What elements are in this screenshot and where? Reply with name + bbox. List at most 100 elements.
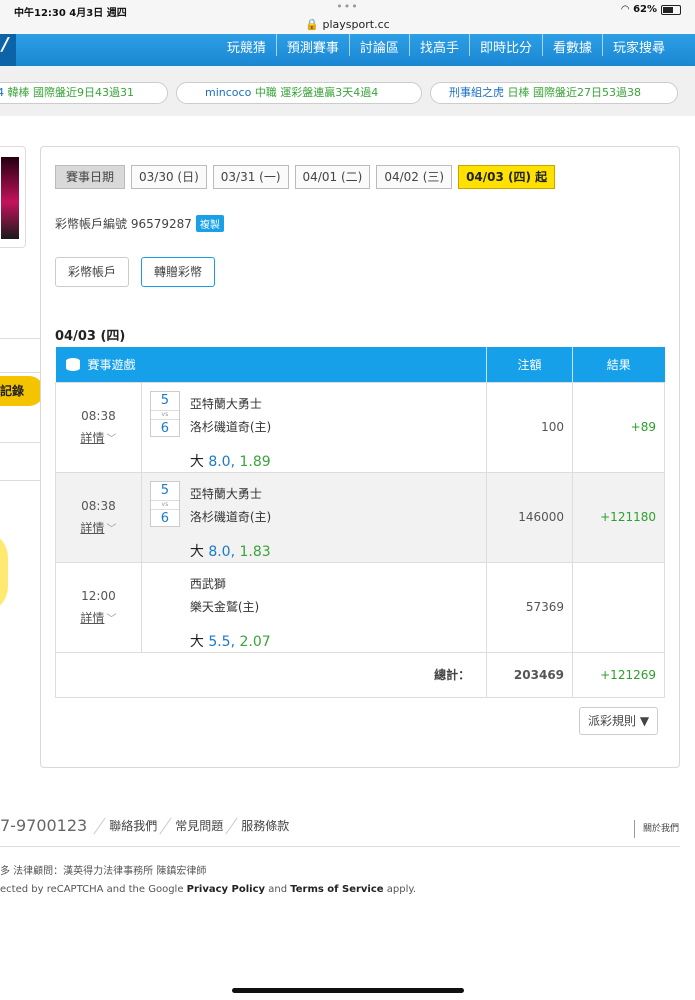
battery-icon bbox=[661, 4, 681, 15]
chevron-down-icon: ﹀ bbox=[106, 523, 117, 535]
sidebar-divider bbox=[0, 442, 40, 443]
address-bar[interactable]: 🔒 playsport.cc bbox=[0, 18, 695, 31]
tab-coin-account[interactable]: 彩幣帳戶 bbox=[55, 257, 130, 287]
sidebar-divider bbox=[0, 480, 40, 481]
game-cell: 西武獅 樂天金鷲(主) 大 5.5, 2.07 bbox=[140, 561, 488, 653]
vs-label: vs bbox=[150, 499, 179, 510]
day-title: 04/03 (四) bbox=[55, 329, 126, 344]
bet-amount: 146000 bbox=[486, 471, 574, 563]
bet-odds: 1.83 bbox=[239, 543, 271, 560]
bet-amount: 100 bbox=[486, 381, 574, 473]
nav-item-live-score[interactable]: 即時比分 bbox=[468, 34, 542, 56]
bet-line: 大 5.5, 2.07 bbox=[189, 633, 271, 650]
away-team: 西武獅 bbox=[189, 576, 226, 591]
payout-rules-button[interactable]: 派彩規則 ▼ bbox=[579, 707, 659, 735]
bet-line-value: 5.5 bbox=[208, 633, 231, 650]
time-cell: 08:38 詳情 ﹀ bbox=[55, 381, 142, 473]
home-score: 6 bbox=[160, 510, 170, 526]
chevron-down-icon: ﹀ bbox=[106, 613, 117, 625]
date-label: 賽事日期 bbox=[55, 165, 126, 189]
footer-phone: 7-9700123 bbox=[0, 816, 88, 835]
date-button[interactable]: 04/02 (三) bbox=[376, 165, 453, 189]
away-score: 5 bbox=[160, 482, 170, 498]
nav-item-player-search[interactable]: 玩家搜尋 bbox=[601, 34, 675, 56]
time-cell: 12:00 詳情 ﹀ bbox=[55, 561, 142, 653]
bet-type: 大 bbox=[189, 633, 204, 650]
total-row: 總計： 203469 +121269 bbox=[54, 651, 665, 698]
score-box: 5 vs 6 bbox=[149, 390, 180, 437]
home-indicator[interactable] bbox=[232, 988, 464, 993]
footer-link-about[interactable]: 關於我們 bbox=[634, 820, 679, 838]
coin-icon bbox=[0, 530, 8, 614]
footer-link-terms[interactable]: 服務條款 bbox=[241, 817, 289, 834]
detail-link[interactable]: 詳情 bbox=[80, 431, 104, 445]
nav-item-guess[interactable]: 玩競猜 bbox=[217, 34, 276, 56]
detail-link[interactable]: 詳情 bbox=[80, 611, 104, 625]
copy-button[interactable]: 複製 bbox=[195, 215, 224, 232]
bet-result: +121180 bbox=[572, 471, 665, 563]
game-time: 08:38 bbox=[81, 408, 116, 423]
account-number: 彩幣帳戶編號 96579287 bbox=[55, 217, 192, 231]
bet-line-value: 8.0 bbox=[208, 453, 231, 470]
nav-item-predict[interactable]: 預測賽事 bbox=[275, 34, 349, 56]
detail-link[interactable]: 詳情 bbox=[80, 521, 104, 535]
nav-item-forum[interactable]: 討論區 bbox=[348, 34, 409, 56]
bet-record-panel: 賽事日期 03/30 (日) 03/31 (一) 04/01 (二) 04/02… bbox=[40, 146, 680, 768]
total-amount: 203469 bbox=[486, 651, 574, 698]
separator bbox=[159, 817, 173, 835]
footer-links: 7-9700123 聯絡我們 常見問題 服務條款 bbox=[0, 816, 289, 835]
date-button[interactable]: 03/30 (日) bbox=[131, 165, 207, 189]
away-team: 亞特蘭大勇士 bbox=[189, 396, 262, 411]
terms-of-service-link[interactable]: Terms of Service bbox=[290, 884, 383, 895]
bet-result bbox=[572, 561, 665, 653]
away-team: 亞特蘭大勇士 bbox=[189, 486, 262, 501]
home-team: 洛杉磯道奇(主) bbox=[189, 419, 272, 434]
date-button[interactable]: 03/31 (一) bbox=[212, 165, 289, 189]
tab-overview-dots[interactable]: ••• bbox=[0, 0, 695, 13]
expert-ticker: 4 韓棒 國際盤近9日43過31 mincoco 中職 運彩盤連贏3天4過4 刑… bbox=[0, 66, 695, 116]
sidebar-divider bbox=[0, 338, 40, 339]
tab-gift-coins[interactable]: 轉贈彩幣 bbox=[141, 257, 216, 287]
table-row: 08:38 詳情 ﹀ 5 vs 6 亞特蘭大勇士 洛杉磯道奇(主) 大 8.0,… bbox=[55, 381, 665, 473]
ticker-item[interactable]: mincoco 中職 運彩盤連贏3天4過4 bbox=[176, 82, 422, 104]
teams: 亞特蘭大勇士 洛杉磯道奇(主) bbox=[190, 393, 271, 439]
bet-line: 大 8.0, 1.89 bbox=[189, 453, 271, 470]
database-icon bbox=[65, 357, 80, 371]
nav-menu: 玩競猜 預測賽事 討論區 找高手 即時比分 看數據 玩家搜尋 bbox=[217, 34, 675, 56]
home-score: 6 bbox=[160, 420, 170, 436]
ticker-item[interactable]: 刑事組之虎 日棒 國際盤近27日53過38 bbox=[430, 82, 678, 104]
nav-item-stats[interactable]: 看數據 bbox=[541, 34, 602, 56]
wifi-icon: ◠ bbox=[621, 4, 630, 15]
sidebar-image bbox=[1, 157, 19, 239]
sidebar-item-records[interactable]: 記錄 bbox=[0, 376, 44, 406]
footer-legal: 多 法律顧問：漢英得力法律事務所 陳鎮宏律師 bbox=[0, 866, 207, 877]
bet-table: 賽事遊戲 注額 結果 08:38 詳情 ﹀ 5 vs 6 亞特蘭大勇士 洛杉磯道… bbox=[54, 347, 665, 698]
bet-odds: 2.07 bbox=[239, 633, 271, 650]
teams: 亞特蘭大勇士 洛杉磯道奇(主) bbox=[190, 483, 271, 529]
footer-divider bbox=[0, 846, 680, 847]
date-button-active[interactable]: 04/03 (四) 起 bbox=[458, 165, 556, 189]
site-logo[interactable]: / bbox=[0, 34, 16, 66]
footer-link-faq[interactable]: 常見問題 bbox=[175, 817, 223, 834]
sidebar-divider bbox=[0, 372, 40, 373]
bet-amount: 57369 bbox=[486, 561, 574, 653]
game-cell: 5 vs 6 亞特蘭大勇士 洛杉磯道奇(主) 大 8.0, 1.83 bbox=[140, 471, 488, 563]
header-result: 結果 bbox=[572, 347, 665, 382]
header-game: 賽事遊戲 bbox=[55, 347, 488, 382]
separator bbox=[93, 817, 107, 835]
privacy-policy-link[interactable]: Privacy Policy bbox=[187, 884, 265, 895]
bet-type: 大 bbox=[189, 453, 204, 470]
table-row: 12:00 詳情 ﹀ 西武獅 樂天金鷲(主) 大 5.5, 2.07 57369 bbox=[55, 561, 665, 653]
game-time: 12:00 bbox=[81, 588, 116, 603]
sidebar-avatar-card[interactable] bbox=[0, 146, 26, 248]
game-cell: 5 vs 6 亞特蘭大勇士 洛杉磯道奇(主) 大 8.0, 1.89 bbox=[140, 381, 488, 473]
bet-type: 大 bbox=[189, 543, 204, 560]
nav-item-experts[interactable]: 找高手 bbox=[408, 34, 469, 56]
bet-result: +89 bbox=[572, 381, 665, 473]
footer-link-contact[interactable]: 聯絡我們 bbox=[109, 817, 157, 834]
home-team: 樂天金鷲(主) bbox=[189, 599, 260, 614]
ticker-item[interactable]: 4 韓棒 國際盤近9日43過31 bbox=[0, 82, 168, 104]
bet-line-value: 8.0 bbox=[208, 543, 231, 560]
date-button[interactable]: 04/01 (二) bbox=[294, 165, 371, 189]
url-text: playsport.cc bbox=[322, 18, 390, 31]
